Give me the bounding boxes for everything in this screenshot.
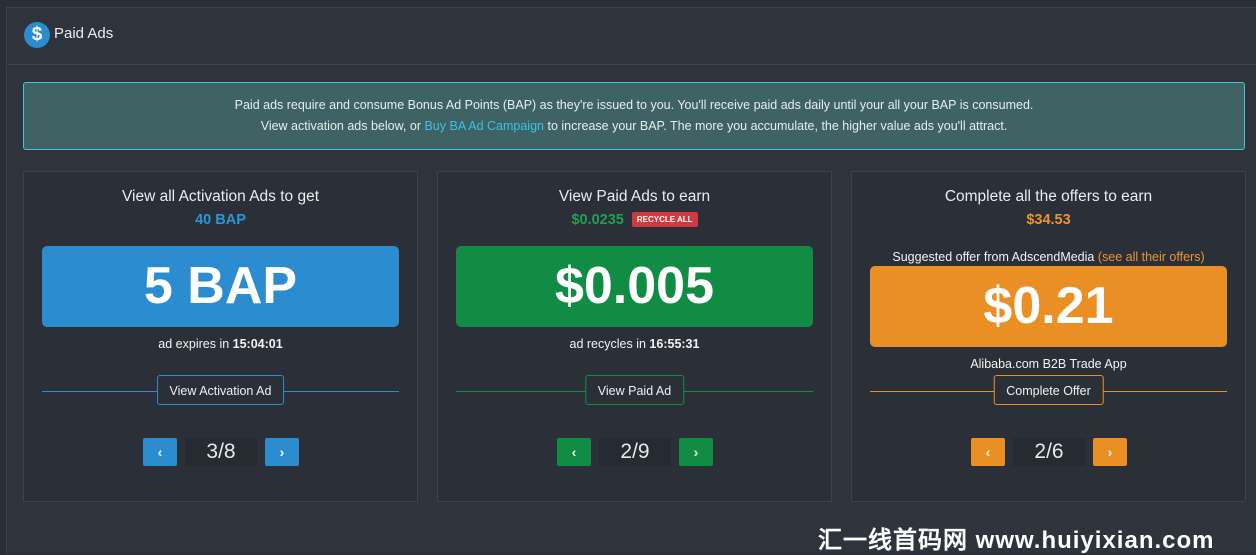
card-title: View Paid Ads to earn (558, 188, 711, 205)
complete-offer-button[interactable]: Complete Offer (993, 375, 1104, 405)
pager: ‹ 2/6 › (852, 438, 1245, 466)
next-page-button[interactable]: › (265, 438, 299, 466)
countdown-value: 16:55:31 (649, 337, 700, 351)
page-indicator: 2/6 (1013, 438, 1085, 466)
see-all-offers-link[interactable]: (see all their offers) (1098, 250, 1205, 264)
offers-card: Complete all the offers to earn $34.53 S… (851, 171, 1246, 502)
paid-ads-card: View Paid Ads to earn $0.0235 RECYCLE ALL… (437, 171, 832, 502)
watermark-text: 汇一线首码网 www.huiyixian.com (818, 527, 1215, 554)
offer-name: Alibaba.com B2B Trade App (970, 357, 1127, 371)
chevron-right-icon: › (279, 444, 285, 460)
big-value-display: $0.005 (456, 246, 813, 327)
chevron-left-icon: ‹ (571, 444, 577, 460)
chevron-right-icon: › (693, 444, 699, 460)
card-subtitle: 40 BAP (195, 212, 246, 228)
next-page-button[interactable]: › (1093, 438, 1127, 466)
info-alert: Paid ads require and consume Bonus Ad Po… (23, 82, 1245, 150)
suggested-offer-line: Suggested offer from AdscendMedia (see a… (852, 250, 1245, 264)
pager: ‹ 3/8 › (24, 438, 417, 466)
recycle-all-badge[interactable]: RECYCLE ALL (631, 212, 698, 227)
page-title: Paid Ads (54, 25, 114, 42)
note-prefix: ad recycles in (569, 337, 650, 351)
card-title: Complete all the offers to earn (944, 188, 1153, 205)
page-indicator: 3/8 (185, 438, 257, 466)
info-line-2: View activation ads below, or Buy BA Ad … (24, 119, 1244, 133)
buy-campaign-link[interactable]: Buy BA Ad Campaign (424, 119, 544, 133)
info-line-2-prefix: View activation ads below, or (260, 119, 425, 133)
info-line-1: Paid ads require and consume Bonus Ad Po… (234, 98, 1034, 112)
page-indicator: 2/9 (599, 438, 671, 466)
prev-page-button[interactable]: ‹ (971, 438, 1005, 466)
card-title: View all Activation Ads to get (121, 188, 320, 205)
card-subtitle: $0.0235 (571, 212, 624, 228)
big-value-display: 5 BAP (42, 246, 399, 327)
pager: ‹ 2/9 › (438, 438, 831, 466)
big-value-display: $0.21 (870, 266, 1227, 347)
prev-page-button[interactable]: ‹ (557, 438, 591, 466)
card-subtitle-row: $0.0235 RECYCLE ALL (438, 212, 831, 228)
activation-ads-card: View all Activation Ads to get 40 BAP 5 … (23, 171, 418, 502)
countdown-value: 15:04:01 (232, 337, 283, 351)
dollar-circle-icon: $ (24, 22, 50, 48)
chevron-left-icon: ‹ (985, 444, 991, 460)
chevron-right-icon: › (1107, 444, 1113, 460)
view-activation-ad-button[interactable]: View Activation Ad (156, 375, 285, 405)
info-line-2-suffix: to increase your BAP. The more you accum… (544, 119, 1008, 133)
chevron-left-icon: ‹ (157, 444, 163, 460)
prev-page-button[interactable]: ‹ (143, 438, 177, 466)
suggested-prefix: Suggested offer from AdscendMedia (892, 250, 1098, 264)
panel-header: $ Paid Ads (7, 8, 1256, 65)
view-paid-ad-button[interactable]: View Paid Ad (584, 375, 685, 405)
next-page-button[interactable]: › (679, 438, 713, 466)
paid-ads-panel: $ Paid Ads Paid ads require and consume … (6, 7, 1256, 554)
note-prefix: ad expires in (158, 337, 233, 351)
card-subtitle: $34.53 (1026, 212, 1071, 228)
recycle-note: ad recycles in 16:55:31 (438, 337, 831, 351)
expiry-note: ad expires in 15:04:01 (24, 337, 417, 351)
